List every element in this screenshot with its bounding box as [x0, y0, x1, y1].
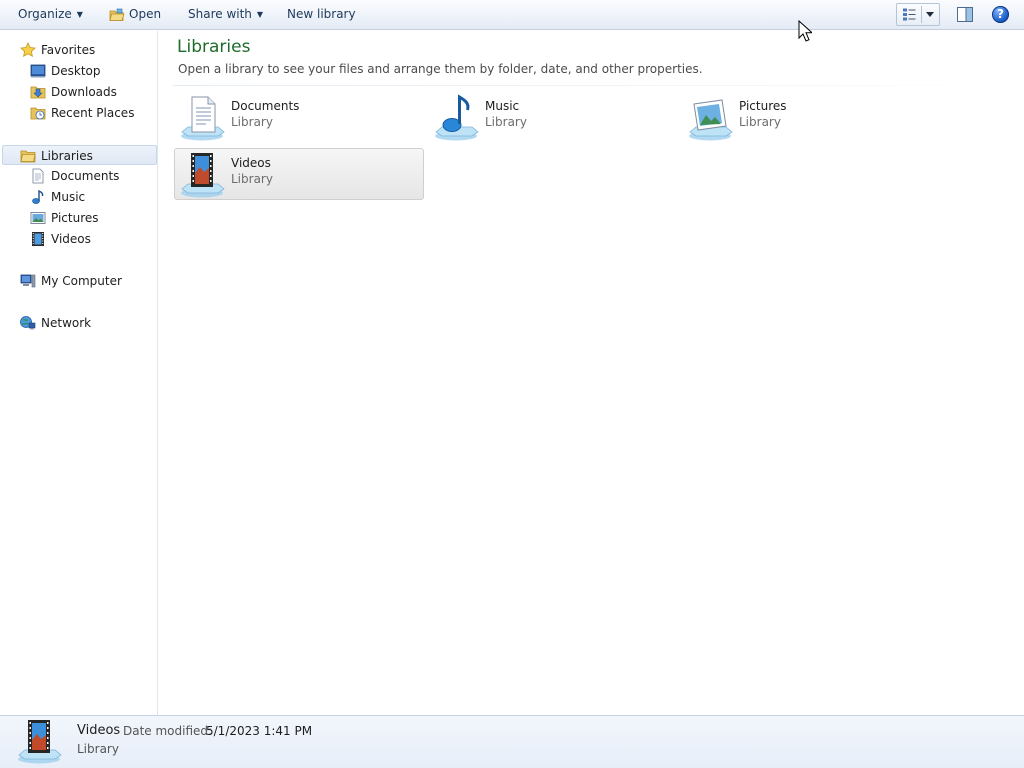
details-item-type: Library: [77, 742, 119, 756]
nav-my-computer[interactable]: My Computer: [20, 271, 150, 291]
documents-library-icon: [181, 96, 225, 141]
share-with-button[interactable]: Share with ▼: [188, 0, 263, 29]
details-item-name: Videos: [77, 723, 121, 738]
recent-places-icon: [30, 107, 46, 120]
videos-library-icon: [181, 153, 225, 198]
explorer-window: Organize ▼ Open Share with ▼ New library: [0, 0, 1024, 768]
nav-libraries-label: Libraries: [41, 149, 93, 163]
page-title: Libraries: [177, 37, 251, 57]
library-type: Library: [231, 115, 273, 129]
library-name: Pictures: [739, 99, 787, 113]
nav-recent-places-label: Recent Places: [51, 106, 135, 120]
view-details-icon: [903, 8, 916, 21]
videos-library-icon: [18, 720, 62, 764]
nav-downloads-label: Downloads: [51, 85, 117, 99]
mouse-cursor-icon: [798, 20, 812, 42]
nav-documents[interactable]: Documents: [30, 166, 150, 186]
open-button[interactable]: Open: [129, 0, 161, 29]
music-library-icon: [435, 94, 479, 141]
film-strip-icon: [32, 232, 44, 246]
open-folder-icon: [109, 8, 125, 21]
nav-recent-places[interactable]: Recent Places: [30, 103, 150, 123]
nav-network[interactable]: Network: [20, 313, 150, 333]
library-tile-pictures[interactable]: Pictures Library: [682, 91, 932, 143]
nav-music[interactable]: Music: [30, 187, 150, 207]
date-modified-value: 5/1/2023 1:41 PM: [206, 724, 313, 738]
star-icon: [20, 42, 36, 57]
nav-documents-label: Documents: [51, 169, 120, 183]
new-library-label: New library: [287, 7, 356, 21]
desktop-icon: [30, 64, 46, 78]
date-modified-label: Date modified:: [123, 724, 213, 738]
libraries-folder-icon: [20, 150, 36, 163]
page-subtitle: Open a library to see your files and arr…: [178, 62, 703, 76]
navigation-pane: Favorites Desktop Downloads Recent Place…: [0, 31, 158, 715]
share-with-label: Share with: [188, 7, 252, 21]
documents-icon: [32, 168, 44, 184]
nav-favorites[interactable]: Favorites: [20, 40, 150, 60]
music-note-icon: [32, 189, 44, 204]
organize-button[interactable]: Organize ▼: [18, 0, 83, 29]
nav-libraries[interactable]: Libraries: [2, 145, 157, 165]
library-name: Music: [485, 99, 520, 113]
downloads-folder-icon: [30, 86, 46, 99]
library-tile-videos[interactable]: Videos Library: [174, 148, 424, 200]
nav-my-computer-label: My Computer: [41, 274, 122, 288]
nav-pictures[interactable]: Pictures: [30, 208, 150, 228]
library-tile-documents[interactable]: Documents Library: [174, 91, 424, 143]
help-icon[interactable]: ?: [992, 6, 1009, 23]
computer-icon: [20, 274, 36, 288]
command-bar: Organize ▼ Open Share with ▼ New library: [0, 0, 1024, 30]
library-type: Library: [739, 115, 781, 129]
preview-pane-icon[interactable]: [957, 7, 973, 22]
content-area: Libraries Open a library to see your fil…: [159, 31, 1024, 715]
nav-music-label: Music: [51, 190, 86, 204]
view-options-dropdown-icon[interactable]: [926, 12, 934, 17]
library-type: Library: [231, 172, 273, 186]
chevron-down-icon: ▼: [256, 10, 264, 19]
nav-network-label: Network: [41, 316, 92, 330]
nav-downloads[interactable]: Downloads: [30, 82, 150, 102]
details-pane: Videos Library Date modified: 5/1/2023 1…: [0, 715, 1024, 768]
nav-videos-label: Videos: [51, 232, 91, 246]
network-icon: [20, 316, 36, 330]
nav-videos[interactable]: Videos: [30, 229, 150, 249]
library-name: Documents: [231, 99, 300, 113]
library-type: Library: [485, 115, 527, 129]
nav-desktop[interactable]: Desktop: [30, 61, 150, 81]
chevron-down-icon: ▼: [76, 10, 83, 19]
view-button-separator: [921, 6, 922, 23]
pictures-library-icon: [689, 99, 733, 141]
nav-desktop-label: Desktop: [51, 64, 101, 78]
nav-pictures-label: Pictures: [51, 211, 99, 225]
organize-label: Organize: [18, 7, 72, 21]
open-label: Open: [129, 7, 162, 21]
library-name: Videos: [231, 156, 271, 170]
nav-favorites-label: Favorites: [41, 43, 96, 57]
pictures-icon: [30, 212, 46, 224]
library-tile-music[interactable]: Music Library: [428, 91, 678, 143]
change-view-button[interactable]: [896, 3, 940, 26]
header-divider: [173, 85, 1013, 86]
new-library-button[interactable]: New library: [287, 0, 356, 29]
